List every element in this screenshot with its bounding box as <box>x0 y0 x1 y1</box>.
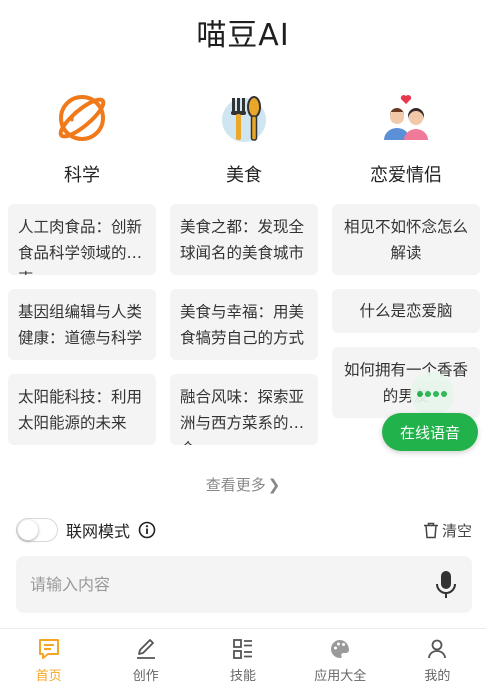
prompt-card[interactable]: 融合风味：探索亚洲与西方菜系的结合 <box>170 374 318 445</box>
category-columns: 科学 人工肉食品：创新食品科学领域的探索 基因组编辑与人类健康：道德与科学 太阳… <box>8 88 480 459</box>
see-more-link[interactable]: 查看更多 ❯ <box>0 474 486 495</box>
prompt-card[interactable]: 太阳能科技：利用太阳能源的未来 <box>8 374 156 445</box>
couple-icon[interactable] <box>376 88 436 148</box>
clear-button[interactable]: 清空 <box>423 520 472 541</box>
chat-input-box <box>16 556 472 613</box>
clear-label: 清空 <box>441 521 472 540</box>
microphone-icon[interactable] <box>434 570 458 600</box>
category-label-food[interactable]: 美食 <box>226 164 262 188</box>
tab-home-label: 首页 <box>35 669 62 684</box>
voice-wave-icon <box>410 372 454 416</box>
voice-chat-button[interactable]: 在线语音 <box>382 413 478 451</box>
utensils-icon[interactable] <box>214 88 274 148</box>
user-icon <box>428 639 447 659</box>
category-love: 恋爱情侣 相见不如怀念怎么解读 什么是恋爱脑 如何拥有一个香香的男友 <box>332 88 480 459</box>
skills-grid-icon <box>233 639 252 659</box>
pencil-icon <box>136 639 155 659</box>
prompt-card[interactable]: 美食与幸福：用美食犒劳自己的方式 <box>170 289 318 360</box>
prompt-card[interactable]: 什么是恋爱脑 <box>332 289 480 333</box>
prompt-card[interactable]: 如何拥有一个香香的男友 <box>332 347 480 418</box>
tab-me[interactable]: 我的 <box>389 629 486 687</box>
tab-skills-label: 技能 <box>230 669 257 684</box>
category-label-science[interactable]: 科学 <box>64 164 100 188</box>
tab-apps[interactable]: 应用大全 <box>292 629 389 687</box>
palette-icon <box>331 640 350 658</box>
planet-icon[interactable] <box>52 88 112 148</box>
see-more-label: 查看更多 <box>205 476 266 494</box>
tab-skills[interactable]: 技能 <box>194 629 291 687</box>
bottom-tab-bar: 首页 创作 技能 应用大全 我的 <box>0 628 486 687</box>
home-chat-icon <box>38 639 59 659</box>
trash-icon <box>423 522 438 538</box>
category-label-love[interactable]: 恋爱情侣 <box>370 164 442 188</box>
tab-home[interactable]: 首页 <box>0 629 97 687</box>
tab-me-label: 我的 <box>424 669 451 684</box>
tab-create[interactable]: 创作 <box>97 629 194 687</box>
prompt-card[interactable]: 美食之都：发现全球闻名的美食城市 <box>170 204 318 275</box>
tab-create-label: 创作 <box>132 669 159 684</box>
info-icon[interactable] <box>138 521 156 539</box>
app-title: 喵豆AI <box>196 18 290 53</box>
prompt-card[interactable]: 基因组编辑与人类健康：道德与科学 <box>8 289 156 360</box>
network-mode-row: 联网模式 清空 <box>16 517 472 543</box>
tab-apps-label: 应用大全 <box>314 669 367 684</box>
network-mode-label: 联网模式 <box>66 522 131 541</box>
prompt-card[interactable]: 相见不如怀念怎么解读 <box>332 204 480 275</box>
prompt-card[interactable]: 人工肉食品：创新食品科学领域的探索 <box>8 204 156 275</box>
category-science: 科学 人工肉食品：创新食品科学领域的探索 基因组编辑与人类健康：道德与科学 太阳… <box>8 88 156 459</box>
network-mode-toggle[interactable] <box>16 518 58 542</box>
chevron-right-icon: ❯ <box>267 476 281 494</box>
chat-input[interactable] <box>30 575 434 594</box>
category-food: 美食 美食之都：发现全球闻名的美食城市 美食与幸福：用美食犒劳自己的方式 融合风… <box>170 88 318 459</box>
